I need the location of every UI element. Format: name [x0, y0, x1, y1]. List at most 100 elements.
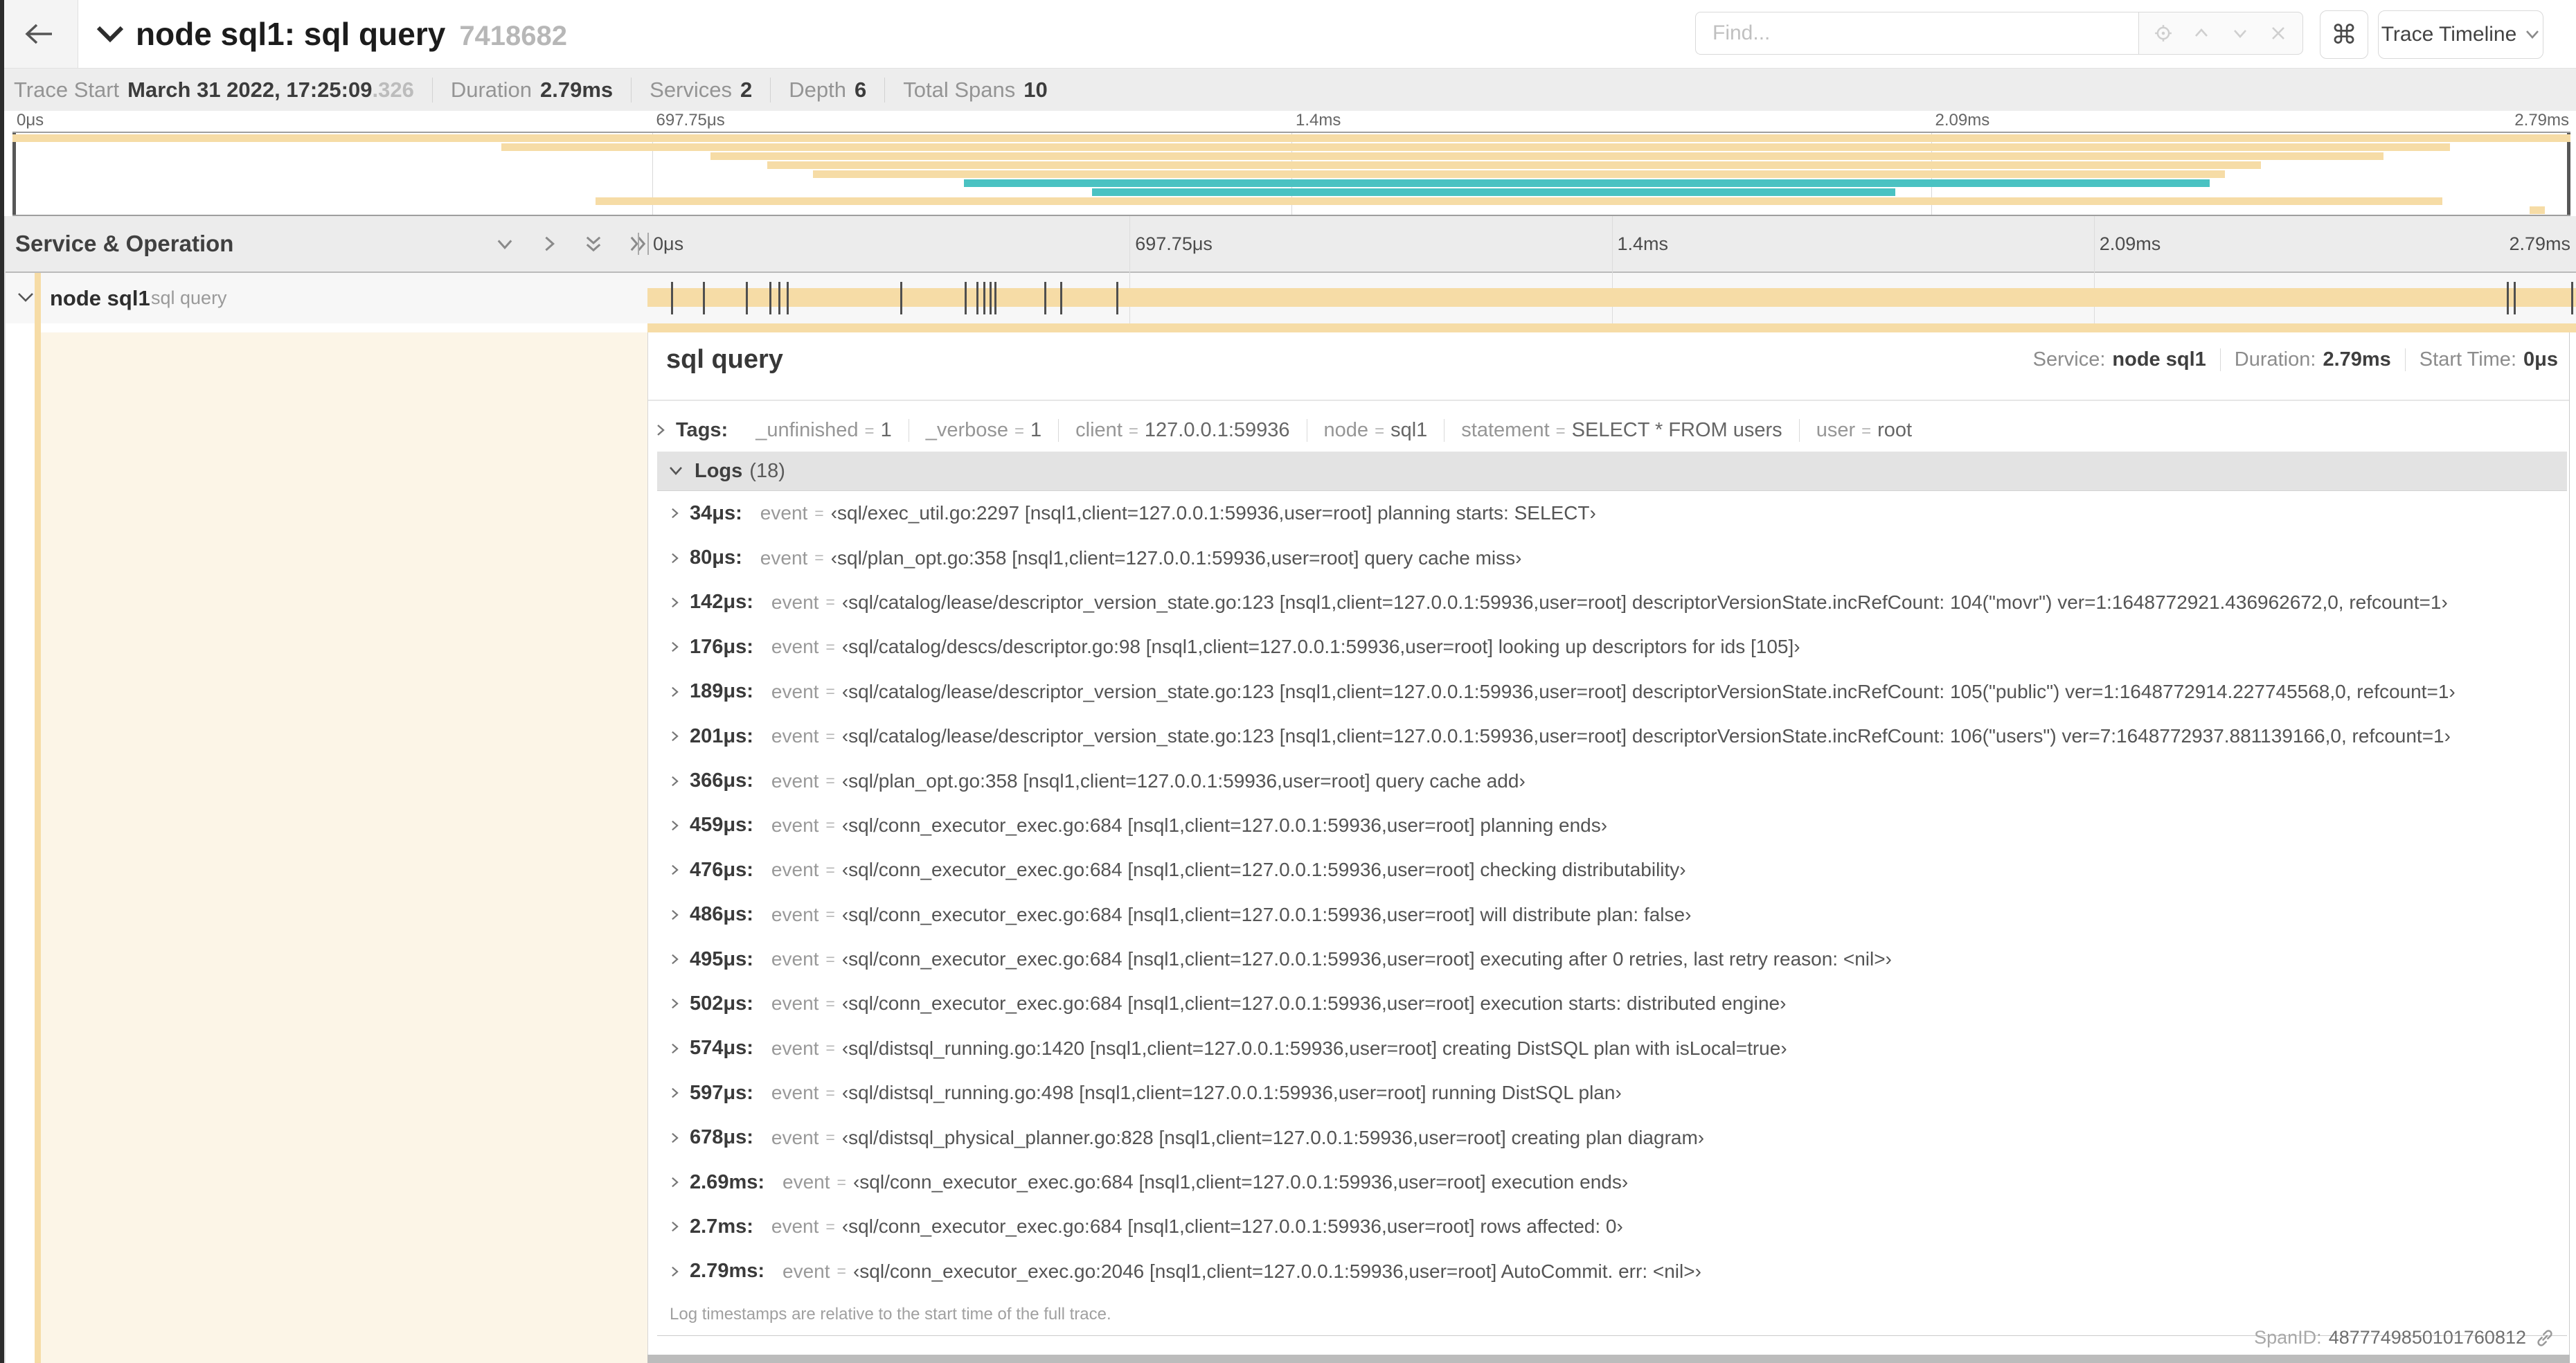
log-field-value: ‹sql/conn_executor_exec.go:684 [nsql1,cl… [841, 903, 1692, 925]
collapse-one-icon[interactable] [493, 232, 517, 256]
log-marker-tick[interactable] [670, 282, 673, 314]
log-field-value: ‹sql/exec_util.go:2297 [nsql1,client=127… [830, 502, 1596, 524]
tag-pill: _verbose = 1 [908, 418, 1058, 442]
collapse-trace-chevron-icon[interactable] [96, 24, 125, 43]
log-marker-tick[interactable] [2507, 282, 2510, 314]
log-entry-row[interactable]: 2.69ms: event = ‹sql/conn_executor_exec.… [657, 1160, 2567, 1204]
log-marker-tick[interactable] [1044, 282, 1046, 314]
collapse-all-icon[interactable] [582, 232, 605, 256]
summary-value: 6 [855, 77, 867, 102]
log-equals: = [837, 1262, 846, 1281]
minimap-right-scrubber[interactable] [2567, 133, 2570, 215]
tags-toggle-row[interactable]: Tags: _unfinished = 1 _verbose = 1 client = 127.… [655, 410, 1929, 450]
find-group [1695, 12, 2303, 56]
log-marker-tick[interactable] [786, 282, 789, 314]
log-chevron-icon [672, 508, 679, 519]
minimap-left-scrubber[interactable] [12, 133, 16, 215]
log-field-value: ‹sql/conn_executor_exec.go:684 [nsql1,cl… [852, 1171, 1629, 1193]
keyboard-shortcuts-button[interactable]: ⌘ [2320, 10, 2368, 59]
next-match-icon[interactable] [2226, 19, 2254, 47]
log-marker-tick[interactable] [769, 282, 771, 314]
summary-label: Trace Start [14, 77, 120, 102]
log-entry-row[interactable]: 176μs: event = ‹sql/catalog/descs/descri… [657, 625, 2567, 669]
span-operation-name[interactable]: sql query [151, 273, 227, 323]
span-service-name[interactable]: node sql1 [50, 273, 150, 323]
clear-find-icon[interactable] [2264, 19, 2292, 47]
minimap-span [501, 143, 2451, 151]
span-duration-bar[interactable] [647, 288, 2576, 307]
expand-one-icon[interactable] [537, 232, 561, 256]
log-entry-row[interactable]: 80μs: event = ‹sql/plan_opt.go:358 [nsql… [657, 535, 2567, 580]
log-entry-row[interactable]: 486μs: event = ‹sql/conn_executor_exec.g… [657, 893, 2567, 937]
detail-meta-label: Duration: [2234, 348, 2316, 371]
log-entry-row[interactable]: 2.79ms: event = ‹sql/conn_executor_exec.… [657, 1249, 2567, 1294]
log-chevron-icon [672, 776, 679, 786]
log-timestamp: 495μs: [690, 947, 753, 970]
log-entry-row[interactable]: 189μs: event = ‹sql/catalog/lease/descri… [657, 670, 2567, 714]
tag-equals: = [1555, 421, 1566, 440]
log-timestamp: 2.69ms: [690, 1170, 765, 1193]
log-entry-row[interactable]: 574μs: event = ‹sql/distsql_running.go:1… [657, 1026, 2567, 1071]
locate-icon[interactable] [2149, 19, 2177, 47]
tag-equals: = [1375, 421, 1385, 440]
log-marker-tick[interactable] [745, 282, 748, 314]
log-entry-row[interactable]: 201μs: event = ‹sql/catalog/lease/descri… [657, 714, 2567, 758]
axis-tick-label: 2.09ms [2099, 233, 2161, 254]
log-field-value: ‹sql/conn_executor_exec.go:684 [nsql1,cl… [841, 814, 1608, 836]
tag-equals: = [1128, 421, 1138, 440]
deep-link-icon[interactable] [2534, 1328, 2555, 1348]
trace-minimap[interactable] [12, 132, 2570, 216]
log-field-value: ‹sql/distsql_physical_planner.go:828 [ns… [841, 1126, 1705, 1148]
log-marker-tick[interactable] [1116, 282, 1118, 314]
detail-meta-value: 0μs [2523, 348, 2558, 371]
span-bar-track [647, 273, 2576, 323]
span-children-chevron-icon[interactable] [17, 291, 35, 303]
log-timestamp: 2.7ms: [690, 1215, 753, 1238]
log-entry-row[interactable]: 459μs: event = ‹sql/conn_executor_exec.g… [657, 803, 2567, 848]
log-chevron-icon [672, 1266, 679, 1277]
log-entry-row[interactable]: 476μs: event = ‹sql/conn_executor_exec.g… [657, 848, 2567, 892]
back-button[interactable] [0, 0, 78, 68]
log-entry-row[interactable]: 495μs: event = ‹sql/conn_executor_exec.g… [657, 937, 2567, 981]
log-equals: = [825, 1039, 835, 1058]
log-marker-tick[interactable] [965, 282, 967, 314]
log-equals: = [825, 772, 835, 790]
log-marker-tick[interactable] [1059, 282, 1062, 314]
find-input[interactable] [1695, 12, 2138, 55]
log-entry-row[interactable]: 142μs: event = ‹sql/catalog/lease/descri… [657, 580, 2567, 625]
timeline-column-header: Service & Operation 0μs 697.75μs 1.4ms 2.09… [0, 216, 2576, 273]
log-chevron-icon [672, 686, 679, 697]
span-row[interactable]: node sql1 sql query [0, 273, 2576, 323]
log-entry-row[interactable]: 2.7ms: event = ‹sql/conn_executor_exec.g… [657, 1204, 2567, 1249]
log-timestamp: 142μs: [690, 591, 753, 614]
tag-key: node [1323, 418, 1369, 441]
log-field-key: event [771, 725, 819, 747]
trace-view-dropdown[interactable]: Trace Timeline [2378, 10, 2543, 59]
log-marker-tick[interactable] [900, 282, 903, 314]
minimap-span [767, 161, 2261, 169]
summary-value: 2.79ms [540, 77, 614, 102]
log-marker-tick[interactable] [702, 282, 705, 314]
log-entry-row[interactable]: 678μs: event = ‹sql/distsql_physical_pla… [657, 1115, 2567, 1159]
span-color-stripe [35, 273, 41, 1363]
tree-indent-gutter [6, 332, 35, 1363]
log-marker-tick[interactable] [2514, 282, 2516, 314]
log-marker-tick[interactable] [778, 282, 780, 314]
log-marker-tick[interactable] [2571, 282, 2574, 314]
logs-header[interactable]: Logs (18) [657, 452, 2567, 491]
log-entry-row[interactable]: 366μs: event = ‹sql/plan_opt.go:358 [nsq… [657, 758, 2567, 803]
log-entry-row[interactable]: 502μs: event = ‹sql/conn_executor_exec.g… [657, 981, 2567, 1026]
span-id-row: SpanID: 4877749850101760812 [2254, 1327, 2555, 1348]
log-marker-tick[interactable] [983, 282, 986, 314]
log-marker-tick[interactable] [994, 282, 997, 314]
log-entry-row[interactable]: 597μs: event = ‹sql/distsql_running.go:4… [657, 1071, 2567, 1115]
log-entry-row[interactable]: 34μs: event = ‹sql/exec_util.go:2297 [ns… [657, 491, 2567, 535]
prev-match-icon[interactable] [2188, 19, 2215, 47]
tags-list: _unfinished = 1 _verbose = 1 client = 127.0.0.1:… [739, 418, 1929, 442]
log-marker-tick[interactable] [990, 282, 992, 314]
log-marker-tick[interactable] [976, 282, 979, 314]
tag-key: client [1075, 418, 1122, 441]
logs-count: (18) [749, 459, 785, 482]
log-chevron-icon [672, 1132, 679, 1143]
span-id-label: SpanID: [2254, 1327, 2322, 1348]
